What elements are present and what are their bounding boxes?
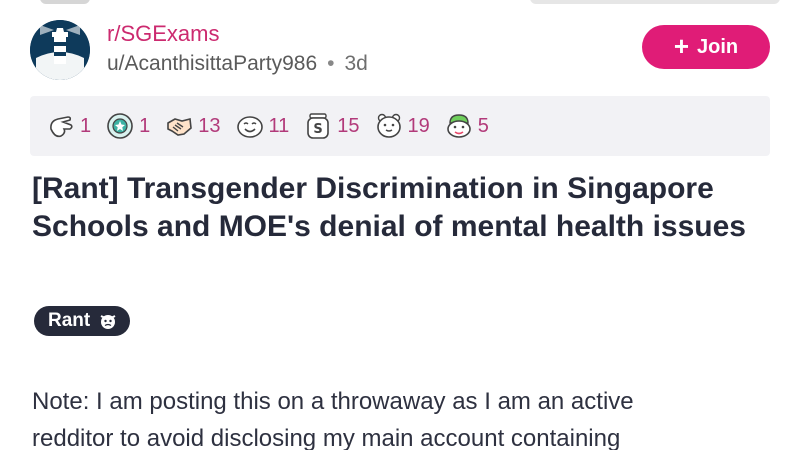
award-item[interactable]: 5	[444, 111, 489, 141]
angry-face-icon	[100, 315, 116, 329]
pointing-hand-award-icon	[50, 116, 73, 138]
subreddit-avatar[interactable]	[30, 20, 90, 80]
author-link[interactable]: u/AcanthisittaParty986	[107, 52, 317, 75]
award-item[interactable]: 13	[164, 111, 221, 141]
award-count: 1	[139, 114, 151, 137]
dollar-jar-award-icon: S	[307, 113, 330, 139]
post-title[interactable]: [Rant] Transgender Discrimination in Sin…	[32, 170, 752, 246]
bear-hug-award-icon	[376, 113, 401, 138]
award-item[interactable]: 11	[235, 111, 290, 141]
award-item[interactable]: S 15	[303, 111, 360, 141]
plus-icon: +	[673, 31, 690, 61]
meta-separator: •	[327, 52, 335, 75]
reddit-post-screen: r/SGExams u/AcanthisittaParty986 • 3d + Jo…	[0, 0, 800, 450]
award-count: 13	[198, 114, 221, 137]
subreddit-name-link[interactable]: r/SGExams	[107, 21, 219, 47]
cropped-stats-fragment	[530, 0, 780, 4]
post-body-line: Note: I am posting this on a throwaway a…	[32, 388, 634, 415]
award-count: 11	[268, 114, 290, 137]
post-age: 3d	[344, 52, 368, 75]
post-meta: u/AcanthisittaParty986 • 3d	[107, 52, 368, 76]
flair-label: Rant	[48, 310, 91, 331]
awards-strip[interactable]: 1 1 13 11 S 15 19 5	[30, 96, 770, 156]
lighthouse-icon	[30, 20, 90, 80]
award-count: 5	[477, 114, 489, 137]
svg-text:S: S	[314, 122, 323, 137]
award-count: 15	[337, 114, 360, 137]
handshake-award-icon	[167, 118, 193, 136]
cropped-vote-fragment	[40, 0, 90, 4]
join-button-label: Join	[697, 35, 739, 58]
award-count: 1	[80, 114, 92, 137]
award-item[interactable]: 19	[374, 111, 430, 141]
post-body: Note: I am posting this on a throwaway a…	[32, 383, 772, 450]
frog-award-icon	[446, 114, 471, 138]
post-flair[interactable]: Rant	[34, 306, 131, 336]
award-count: 19	[407, 114, 430, 137]
post-body-line: redditor to avoid disclosing my main acc…	[32, 425, 621, 450]
award-item[interactable]: 1	[46, 111, 91, 141]
smile-face-award-icon	[236, 116, 263, 138]
join-button[interactable]: + Join	[642, 25, 770, 69]
post-header: r/SGExams u/AcanthisittaParty986 • 3d + Jo…	[30, 18, 770, 82]
medal-award-icon	[107, 113, 133, 139]
award-item[interactable]: 1	[105, 111, 150, 141]
cropped-top-bar	[0, 0, 800, 6]
